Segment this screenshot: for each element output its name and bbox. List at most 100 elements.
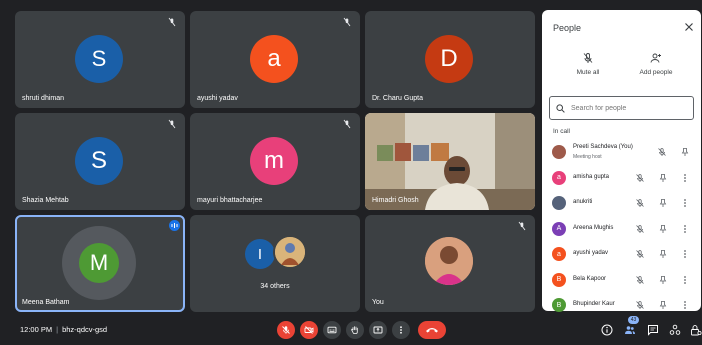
participant-name: Meena Batham [22, 299, 70, 306]
participant-role: Meeting host [573, 154, 602, 160]
search-input[interactable] [571, 104, 681, 112]
participant-tile[interactable]: S shruti dhiman [15, 11, 185, 108]
mic-off-icon [343, 119, 351, 129]
participant-tile[interactable]: S Shazia Mehtab [15, 113, 185, 210]
camera-off-icon [304, 326, 314, 334]
separator: | [56, 325, 59, 334]
avatar: a [552, 247, 566, 261]
captions-button[interactable] [323, 321, 341, 339]
bottom-control-bar: 12:00 PM | bhz-qdcv-gsd 43 [0, 313, 702, 345]
more-options-icon[interactable] [680, 224, 690, 234]
mic-off-icon [583, 53, 593, 63]
mic-off-icon [343, 17, 351, 27]
mic-off-icon [518, 221, 526, 231]
participant-name: amisha gupta [573, 173, 610, 180]
in-call-heading: In call [553, 128, 570, 135]
avatar: B [552, 298, 566, 312]
avatar: M [79, 243, 119, 283]
meeting-info: 12:00 PM | bhz-qdcv-gsd [20, 325, 107, 334]
pin-icon[interactable] [658, 173, 668, 183]
others-count: 34 others [260, 283, 290, 290]
participant-tile[interactable]: M Meena Batham [15, 215, 185, 312]
list-item[interactable]: a amisha gupta [542, 166, 701, 192]
list-item[interactable]: anukriti [542, 191, 701, 217]
avatar: I [245, 239, 275, 269]
mic-off-icon [636, 301, 644, 309]
more-options-icon[interactable] [680, 198, 690, 208]
more-options-icon[interactable] [680, 173, 690, 183]
avatar [552, 196, 566, 210]
leave-call-button[interactable] [418, 321, 446, 339]
hand-icon [351, 326, 358, 334]
participant-name: You [372, 299, 384, 306]
mic-off-icon [636, 250, 644, 258]
chat-icon[interactable] [647, 324, 659, 336]
meeting-details-icon[interactable] [601, 324, 613, 336]
pin-icon[interactable] [680, 147, 690, 157]
camera-toggle-button[interactable] [300, 321, 318, 339]
avatar: B [552, 272, 566, 287]
more-options-icon[interactable] [680, 275, 690, 285]
list-item[interactable]: B Bela Kapoor [542, 268, 701, 294]
pin-icon[interactable] [658, 198, 668, 208]
avatar [552, 145, 566, 159]
mic-off-icon [658, 148, 666, 156]
participant-name: anukriti [573, 199, 593, 205]
activities-icon[interactable] [669, 324, 681, 336]
avatar: D [425, 35, 473, 83]
self-tile[interactable]: You [365, 215, 535, 312]
participant-video-tile[interactable]: Himadri Ghosh [365, 113, 535, 210]
people-panel: People Mute all Add people In call Preet… [542, 10, 701, 312]
mic-off-icon [636, 173, 644, 182]
participant-name: Bhupinder Kaur [573, 301, 615, 307]
others-tile[interactable]: I 34 others [190, 215, 360, 312]
mic-off-icon [168, 119, 176, 129]
avatar: a [552, 170, 566, 185]
search-box[interactable] [549, 96, 694, 120]
close-icon[interactable] [683, 21, 695, 33]
search-icon [556, 103, 565, 113]
pin-icon[interactable] [658, 300, 668, 310]
participant-name: Preeti Sachdeva (You) [573, 144, 633, 150]
mic-off-icon [636, 199, 644, 207]
avatar: m [250, 137, 298, 185]
mic-off-icon [636, 275, 644, 284]
more-options-button[interactable] [392, 321, 410, 339]
participant-tile[interactable]: a ayushi yadav [190, 11, 360, 108]
meeting-code: bhz-qdcv-gsd [62, 325, 108, 334]
participant-name: Dr. Charu Gupta [372, 95, 423, 102]
avatar: S [75, 35, 123, 83]
closed-captions-icon [327, 326, 337, 334]
speaking-indicator-icon [169, 220, 180, 231]
mic-off-icon [282, 326, 290, 334]
raise-hand-button[interactable] [346, 321, 364, 339]
participant-tile[interactable]: m mayuri bhattacharjee [190, 113, 360, 210]
pin-icon[interactable] [658, 224, 668, 234]
pin-icon[interactable] [658, 275, 668, 285]
people-icon[interactable] [624, 324, 636, 336]
participant-list: Preeti Sachdeva (You) Meeting host a ami… [542, 140, 701, 319]
participant-tile[interactable]: D Dr. Charu Gupta [365, 11, 535, 108]
participant-name: Shazia Mehtab [22, 197, 69, 204]
current-time: 12:00 PM [20, 325, 53, 334]
present-icon [373, 326, 383, 334]
people-count-badge: 43 [628, 316, 639, 324]
present-screen-button[interactable] [369, 321, 387, 339]
list-item[interactable]: Preeti Sachdeva (You) Meeting host [542, 140, 701, 166]
list-item[interactable]: a ayushi yadav [542, 242, 701, 268]
list-item[interactable]: A Areena Mughis [542, 217, 701, 243]
more-options-icon[interactable] [680, 249, 690, 259]
panel-title: People [553, 23, 582, 33]
add-people-button[interactable]: Add people [626, 52, 686, 76]
pin-icon[interactable] [658, 249, 668, 259]
participant-name: shruti dhiman [22, 95, 65, 102]
microphone-toggle-button[interactable] [277, 321, 295, 339]
avatar: S [75, 137, 123, 185]
host-controls-icon[interactable] [690, 324, 702, 336]
mic-off-icon [168, 17, 176, 27]
participant-name: Areena Mughis [573, 224, 614, 231]
mic-off-icon [636, 224, 644, 233]
mute-all-button[interactable]: Mute all [558, 52, 618, 76]
avatar: a [250, 35, 298, 83]
more-options-icon[interactable] [680, 300, 690, 310]
